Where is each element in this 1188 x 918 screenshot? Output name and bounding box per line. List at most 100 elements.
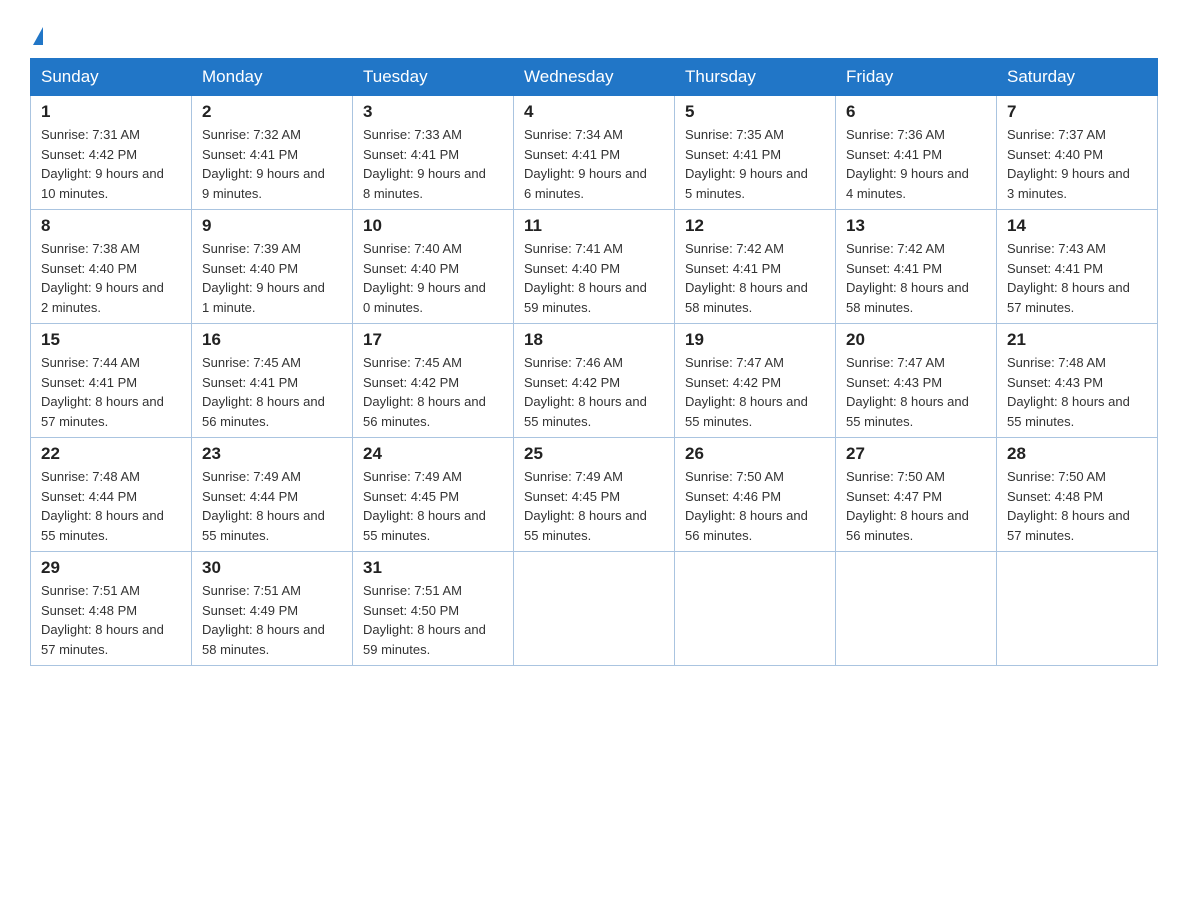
- day-info: Sunrise: 7:50 AMSunset: 4:47 PMDaylight:…: [846, 467, 986, 545]
- calendar-cell: 18Sunrise: 7:46 AMSunset: 4:42 PMDayligh…: [514, 324, 675, 438]
- day-info: Sunrise: 7:50 AMSunset: 4:48 PMDaylight:…: [1007, 467, 1147, 545]
- day-number: 4: [524, 102, 664, 122]
- days-of-week-row: SundayMondayTuesdayWednesdayThursdayFrid…: [31, 59, 1158, 96]
- day-number: 26: [685, 444, 825, 464]
- day-number: 30: [202, 558, 342, 578]
- day-info: Sunrise: 7:46 AMSunset: 4:42 PMDaylight:…: [524, 353, 664, 431]
- day-info: Sunrise: 7:47 AMSunset: 4:43 PMDaylight:…: [846, 353, 986, 431]
- calendar-cell: 11 Sunrise: 7:41 AMSunset: 4:40 PMDayligh…: [514, 210, 675, 324]
- day-number: 19: [685, 330, 825, 350]
- day-info: Sunrise: 7:49 AMSunset: 4:45 PMDaylight:…: [363, 467, 503, 545]
- calendar-cell: 22 Sunrise: 7:48 AMSunset: 4:44 PMDayligh…: [31, 438, 192, 552]
- calendar-cell: 30 Sunrise: 7:51 AMSunset: 4:49 PMDayligh…: [192, 552, 353, 666]
- calendar-cell: 28 Sunrise: 7:50 AMSunset: 4:48 PMDayligh…: [997, 438, 1158, 552]
- calendar-cell: 13 Sunrise: 7:42 AMSunset: 4:41 PMDayligh…: [836, 210, 997, 324]
- calendar-cell: 10 Sunrise: 7:40 AMSunset: 4:40 PMDayligh…: [353, 210, 514, 324]
- logo: [30, 20, 43, 48]
- calendar-cell: 3 Sunrise: 7:33 AMSunset: 4:41 PMDaylight…: [353, 96, 514, 210]
- day-info: Sunrise: 7:38 AMSunset: 4:40 PMDaylight:…: [41, 239, 181, 317]
- day-info: Sunrise: 7:45 AMSunset: 4:41 PMDaylight:…: [202, 353, 342, 431]
- day-number: 3: [363, 102, 503, 122]
- calendar-week-row: 29 Sunrise: 7:51 AMSunset: 4:48 PMDayligh…: [31, 552, 1158, 666]
- calendar-cell: 15Sunrise: 7:44 AMSunset: 4:41 PMDayligh…: [31, 324, 192, 438]
- calendar-cell: 27 Sunrise: 7:50 AMSunset: 4:47 PMDayligh…: [836, 438, 997, 552]
- calendar-week-row: 15Sunrise: 7:44 AMSunset: 4:41 PMDayligh…: [31, 324, 1158, 438]
- day-of-week-header: Wednesday: [514, 59, 675, 96]
- day-info: Sunrise: 7:49 AMSunset: 4:45 PMDaylight:…: [524, 467, 664, 545]
- day-info: Sunrise: 7:47 AMSunset: 4:42 PMDaylight:…: [685, 353, 825, 431]
- calendar-cell: 9 Sunrise: 7:39 AMSunset: 4:40 PMDaylight…: [192, 210, 353, 324]
- calendar-cell: 20 Sunrise: 7:47 AMSunset: 4:43 PMDayligh…: [836, 324, 997, 438]
- calendar-cell: 1 Sunrise: 7:31 AMSunset: 4:42 PMDaylight…: [31, 96, 192, 210]
- day-of-week-header: Tuesday: [353, 59, 514, 96]
- day-info: Sunrise: 7:42 AMSunset: 4:41 PMDaylight:…: [685, 239, 825, 317]
- day-of-week-header: Friday: [836, 59, 997, 96]
- day-number: 13: [846, 216, 986, 236]
- calendar-week-row: 1 Sunrise: 7:31 AMSunset: 4:42 PMDaylight…: [31, 96, 1158, 210]
- day-number: 10: [363, 216, 503, 236]
- calendar-cell: 19 Sunrise: 7:47 AMSunset: 4:42 PMDayligh…: [675, 324, 836, 438]
- day-info: Sunrise: 7:50 AMSunset: 4:46 PMDaylight:…: [685, 467, 825, 545]
- calendar-cell: 8Sunrise: 7:38 AMSunset: 4:40 PMDaylight…: [31, 210, 192, 324]
- day-number: 16: [202, 330, 342, 350]
- calendar-cell: 24Sunrise: 7:49 AMSunset: 4:45 PMDayligh…: [353, 438, 514, 552]
- page-header: [30, 20, 1158, 48]
- day-number: 7: [1007, 102, 1147, 122]
- day-info: Sunrise: 7:37 AMSunset: 4:40 PMDaylight:…: [1007, 125, 1147, 203]
- calendar-cell: [836, 552, 997, 666]
- day-info: Sunrise: 7:33 AMSunset: 4:41 PMDaylight:…: [363, 125, 503, 203]
- day-info: Sunrise: 7:45 AMSunset: 4:42 PMDaylight:…: [363, 353, 503, 431]
- logo-triangle-icon: [33, 27, 43, 45]
- day-number: 31: [363, 558, 503, 578]
- day-info: Sunrise: 7:35 AMSunset: 4:41 PMDaylight:…: [685, 125, 825, 203]
- day-number: 20: [846, 330, 986, 350]
- day-info: Sunrise: 7:40 AMSunset: 4:40 PMDaylight:…: [363, 239, 503, 317]
- calendar-cell: 4 Sunrise: 7:34 AMSunset: 4:41 PMDaylight…: [514, 96, 675, 210]
- day-number: 1: [41, 102, 181, 122]
- day-info: Sunrise: 7:32 AMSunset: 4:41 PMDaylight:…: [202, 125, 342, 203]
- calendar-cell: [997, 552, 1158, 666]
- day-info: Sunrise: 7:34 AMSunset: 4:41 PMDaylight:…: [524, 125, 664, 203]
- day-number: 29: [41, 558, 181, 578]
- day-of-week-header: Saturday: [997, 59, 1158, 96]
- day-info: Sunrise: 7:39 AMSunset: 4:40 PMDaylight:…: [202, 239, 342, 317]
- day-info: Sunrise: 7:41 AMSunset: 4:40 PMDaylight:…: [524, 239, 664, 317]
- calendar-week-row: 22 Sunrise: 7:48 AMSunset: 4:44 PMDayligh…: [31, 438, 1158, 552]
- day-number: 9: [202, 216, 342, 236]
- calendar-cell: 21 Sunrise: 7:48 AMSunset: 4:43 PMDayligh…: [997, 324, 1158, 438]
- day-number: 2: [202, 102, 342, 122]
- calendar-cell: 29 Sunrise: 7:51 AMSunset: 4:48 PMDayligh…: [31, 552, 192, 666]
- day-info: Sunrise: 7:31 AMSunset: 4:42 PMDaylight:…: [41, 125, 181, 203]
- calendar-cell: 2 Sunrise: 7:32 AMSunset: 4:41 PMDaylight…: [192, 96, 353, 210]
- calendar-cell: [514, 552, 675, 666]
- day-info: Sunrise: 7:51 AMSunset: 4:49 PMDaylight:…: [202, 581, 342, 659]
- calendar-cell: 14 Sunrise: 7:43 AMSunset: 4:41 PMDayligh…: [997, 210, 1158, 324]
- day-info: Sunrise: 7:51 AMSunset: 4:48 PMDaylight:…: [41, 581, 181, 659]
- day-number: 17: [363, 330, 503, 350]
- day-info: Sunrise: 7:44 AMSunset: 4:41 PMDaylight:…: [41, 353, 181, 431]
- calendar-cell: 6Sunrise: 7:36 AMSunset: 4:41 PMDaylight…: [836, 96, 997, 210]
- day-number: 27: [846, 444, 986, 464]
- calendar-cell: 25 Sunrise: 7:49 AMSunset: 4:45 PMDayligh…: [514, 438, 675, 552]
- day-info: Sunrise: 7:42 AMSunset: 4:41 PMDaylight:…: [846, 239, 986, 317]
- day-number: 11: [524, 216, 664, 236]
- calendar-cell: 16 Sunrise: 7:45 AMSunset: 4:41 PMDayligh…: [192, 324, 353, 438]
- day-info: Sunrise: 7:36 AMSunset: 4:41 PMDaylight:…: [846, 125, 986, 203]
- day-info: Sunrise: 7:43 AMSunset: 4:41 PMDaylight:…: [1007, 239, 1147, 317]
- day-number: 22: [41, 444, 181, 464]
- day-number: 21: [1007, 330, 1147, 350]
- day-number: 28: [1007, 444, 1147, 464]
- calendar-cell: 5Sunrise: 7:35 AMSunset: 4:41 PMDaylight…: [675, 96, 836, 210]
- day-number: 14: [1007, 216, 1147, 236]
- day-info: Sunrise: 7:48 AMSunset: 4:43 PMDaylight:…: [1007, 353, 1147, 431]
- calendar-cell: 17 Sunrise: 7:45 AMSunset: 4:42 PMDayligh…: [353, 324, 514, 438]
- day-info: Sunrise: 7:51 AMSunset: 4:50 PMDaylight:…: [363, 581, 503, 659]
- day-info: Sunrise: 7:48 AMSunset: 4:44 PMDaylight:…: [41, 467, 181, 545]
- calendar-cell: 31 Sunrise: 7:51 AMSunset: 4:50 PMDayligh…: [353, 552, 514, 666]
- calendar-cell: 26 Sunrise: 7:50 AMSunset: 4:46 PMDayligh…: [675, 438, 836, 552]
- day-number: 25: [524, 444, 664, 464]
- day-number: 12: [685, 216, 825, 236]
- calendar-table: SundayMondayTuesdayWednesdayThursdayFrid…: [30, 58, 1158, 666]
- calendar-week-row: 8Sunrise: 7:38 AMSunset: 4:40 PMDaylight…: [31, 210, 1158, 324]
- calendar-cell: [675, 552, 836, 666]
